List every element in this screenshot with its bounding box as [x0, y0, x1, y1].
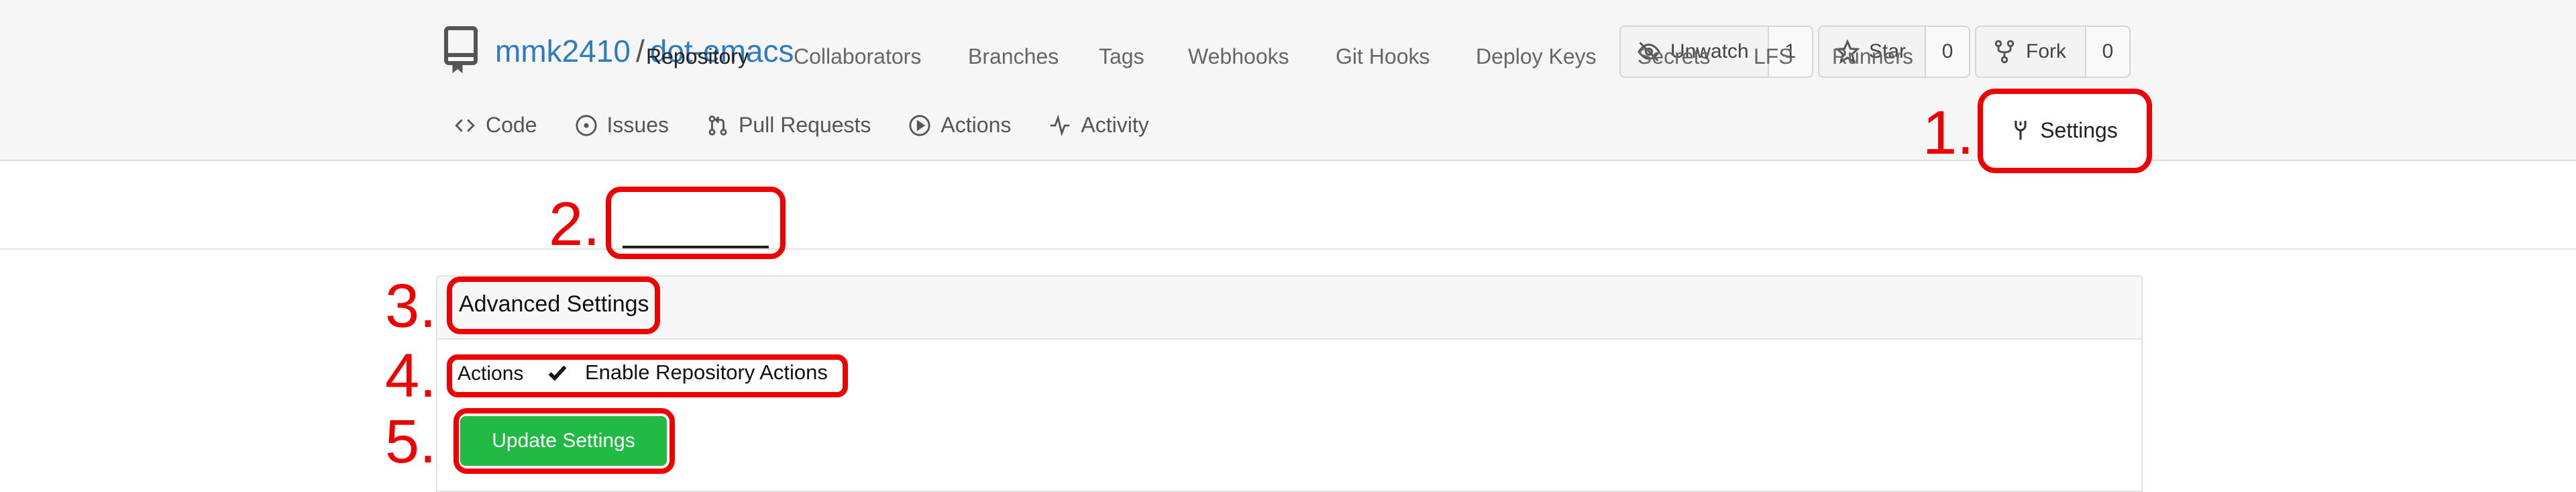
stars-count[interactable]: 0 [1925, 27, 1970, 77]
pull-request-icon [708, 115, 727, 136]
nav-activity[interactable]: Activity [1049, 113, 1149, 138]
highlight-update-button [453, 408, 675, 474]
annotation-1: 1. [1923, 99, 1974, 167]
nav-issues[interactable]: Issues [575, 113, 669, 138]
subtab-webhooks[interactable]: Webhooks [1188, 44, 1289, 69]
fork-label: Fork [2026, 40, 2066, 62]
highlight-repository-tab [606, 187, 786, 259]
annotation-4: 4. [385, 342, 437, 410]
settings-subnav [0, 161, 2576, 250]
highlight-advanced-settings [447, 277, 660, 334]
subtab-tags[interactable]: Tags [1099, 44, 1144, 69]
nav-activity-label: Activity [1081, 113, 1149, 137]
fork-icon [1994, 40, 2015, 64]
issue-icon [575, 114, 597, 136]
nav-code-label: Code [486, 113, 537, 137]
forks-count[interactable]: 0 [2085, 27, 2129, 77]
repo-separator: / [635, 34, 645, 68]
highlight-enable-actions [447, 354, 848, 397]
subtab-collaborators[interactable]: Collaborators [794, 44, 921, 69]
nav-pull-requests-label: Pull Requests [738, 113, 871, 137]
subtab-git-hooks[interactable]: Git Hooks [1336, 44, 1430, 69]
fork-button[interactable]: Fork [1976, 27, 2085, 77]
annotation-2: 2. [549, 190, 600, 258]
play-circle-icon [909, 114, 931, 136]
subtab-lfs[interactable]: LFS [1754, 44, 1793, 69]
nav-issues-label: Issues [606, 113, 669, 137]
repo-title: mmk2410/dot-emacs [495, 30, 794, 72]
subtab-deploy-keys[interactable]: Deploy Keys [1476, 44, 1597, 69]
pulse-icon [1051, 114, 1070, 136]
code-icon [455, 118, 475, 132]
nav-pull-requests[interactable]: Pull Requests [706, 113, 871, 138]
fork-button-group: Fork 0 [1975, 26, 2131, 78]
annotation-5: 5. [385, 407, 437, 476]
repo-header [0, 0, 2576, 161]
annotation-3: 3. [385, 272, 437, 340]
subtab-repository[interactable]: Repository [646, 44, 749, 69]
subtab-branches[interactable]: Branches [968, 44, 1059, 69]
advanced-settings-header [436, 275, 2143, 340]
subtab-secrets[interactable]: Secrets [1638, 44, 1710, 69]
repository-icon [443, 26, 480, 74]
nav-actions-label: Actions [941, 113, 1012, 137]
repo-owner-link[interactable]: mmk2410 [495, 34, 631, 68]
subtab-runners[interactable]: Runners [1832, 44, 1913, 69]
highlight-settings [1978, 89, 2152, 173]
nav-actions[interactable]: Actions [908, 113, 1011, 138]
nav-code[interactable]: Code [453, 113, 537, 138]
repo-nav: Code Issues Pull Requests Actions Activi… [453, 113, 1149, 138]
